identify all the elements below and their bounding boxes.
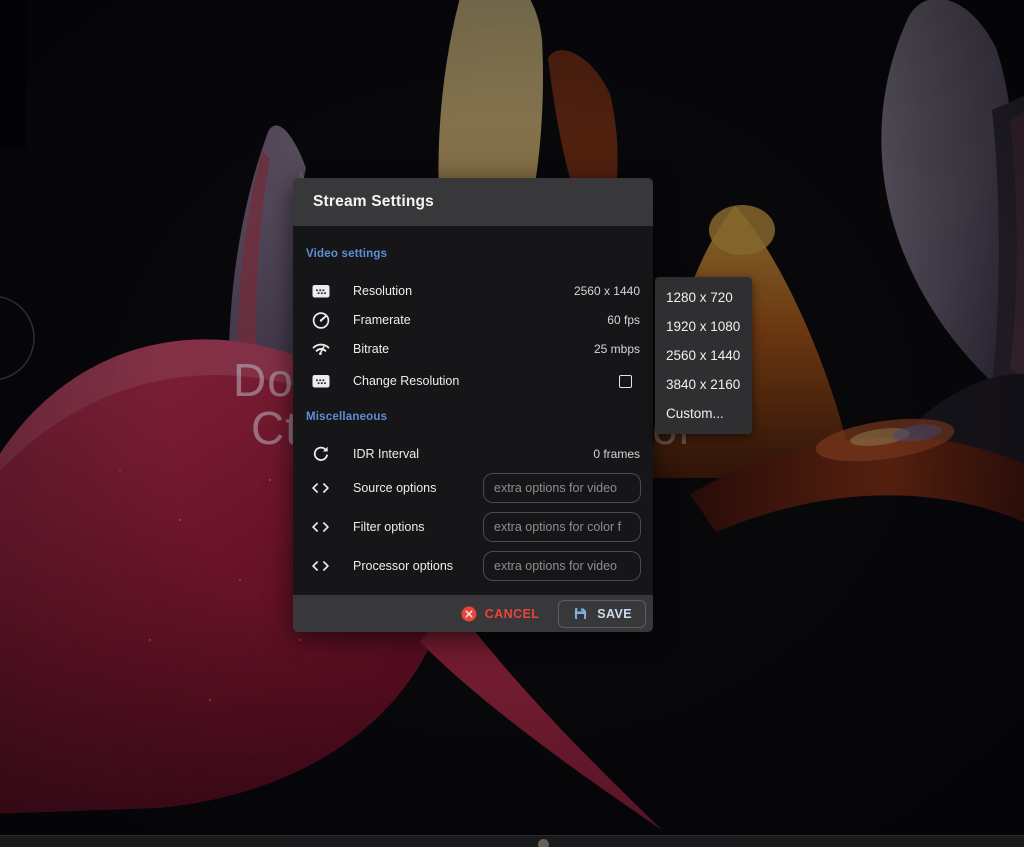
source-options-label: Source options <box>353 480 437 495</box>
bottom-handle-dot <box>538 839 549 847</box>
section-label-miscellaneous: Miscellaneous <box>306 411 388 423</box>
change-resolution-checkbox[interactable] <box>619 374 632 388</box>
processor-options-input[interactable] <box>483 550 641 581</box>
resolution-icon <box>310 281 331 301</box>
dialog-title: Stream Settings <box>293 178 653 226</box>
idr-interval-value: 0 frames <box>593 446 640 461</box>
dropdown-option-custom[interactable]: Custom... <box>655 399 752 428</box>
code-icon <box>310 556 331 576</box>
resolution-label: Resolution <box>353 283 413 298</box>
speedometer-icon <box>310 310 331 330</box>
bottom-edge-bar <box>0 835 1024 847</box>
resolution-icon <box>310 371 331 391</box>
code-icon <box>310 517 331 537</box>
processor-options-label: Processor options <box>353 558 454 573</box>
resolution-dropdown-menu: 1280 x 720 1920 x 1080 2560 x 1440 3840 … <box>655 277 752 434</box>
stream-settings-dialog: Stream Settings Video settings Resolutio… <box>293 178 653 632</box>
code-icon <box>310 478 331 498</box>
change-resolution-label: Change Resolution <box>353 374 460 388</box>
resolution-value: 2560 x 1440 <box>573 283 640 298</box>
cancel-icon <box>460 605 478 623</box>
framerate-label: Framerate <box>353 312 411 327</box>
bitrate-value: 25 mbps <box>593 341 640 356</box>
cancel-button-label: CANCEL <box>484 606 540 621</box>
dropdown-option-2560x1440[interactable]: 2560 x 1440 <box>655 341 752 370</box>
bitrate-label: Bitrate <box>353 341 390 356</box>
dropdown-option-1280x720[interactable]: 1280 x 720 <box>655 283 752 312</box>
row-source-options: Source options <box>293 468 653 507</box>
dialog-footer: CANCEL SAVE <box>293 595 653 632</box>
save-button-label: SAVE <box>597 606 632 621</box>
dropdown-option-1920x1080[interactable]: 1920 x 1080 <box>655 312 752 341</box>
idr-interval-label: IDR Interval <box>353 446 419 461</box>
dialog-body: Video settings Resolution 2560 x 1440 Fr… <box>293 226 653 595</box>
save-icon <box>572 605 589 622</box>
cancel-button[interactable]: CANCEL <box>460 605 539 623</box>
row-resolution[interactable]: Resolution 2560 x 1440 <box>293 276 653 305</box>
row-bitrate[interactable]: Bitrate 25 mbps <box>293 334 653 363</box>
row-idr-interval[interactable]: IDR Interval 0 frames <box>293 439 653 468</box>
row-processor-options: Processor options <box>293 546 653 585</box>
dropdown-option-3840x2160[interactable]: 3840 x 2160 <box>655 370 752 399</box>
row-filter-options: Filter options <box>293 507 653 546</box>
network-speed-icon <box>310 339 331 359</box>
source-options-input[interactable] <box>483 472 641 503</box>
filter-options-label: Filter options <box>353 519 425 534</box>
section-label-video-settings: Video settings <box>306 248 388 260</box>
screen: Dou Ctr or Stream Settings Video setting… <box>0 0 1024 847</box>
refresh-icon <box>310 444 331 464</box>
filter-options-input[interactable] <box>483 511 641 542</box>
save-button[interactable]: SAVE <box>558 599 646 628</box>
row-change-resolution[interactable]: Change Resolution <box>293 363 653 399</box>
row-framerate[interactable]: Framerate 60 fps <box>293 305 653 334</box>
framerate-value: 60 fps <box>607 312 640 327</box>
